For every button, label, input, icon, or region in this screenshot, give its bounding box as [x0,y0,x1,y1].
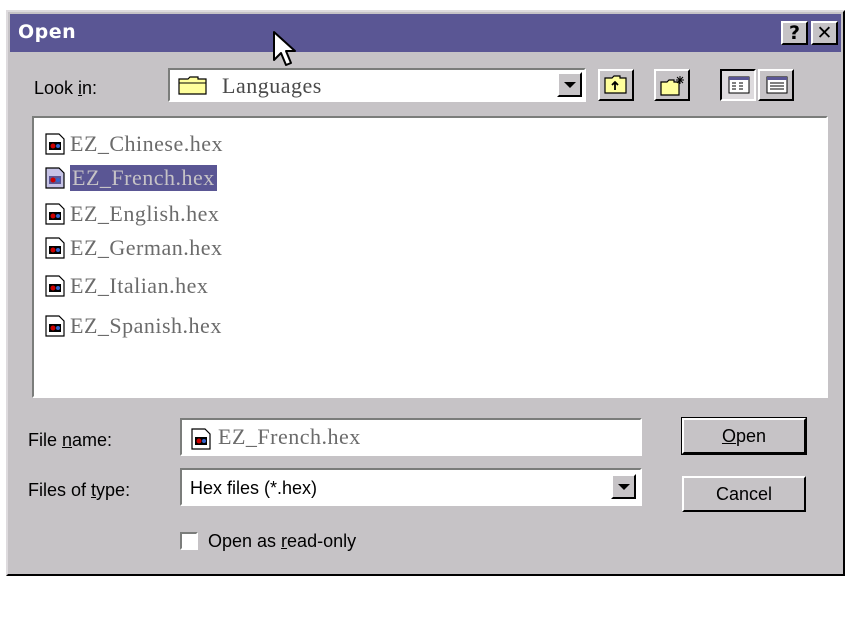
look-in-value: Languages [222,73,322,98]
file-list-item[interactable]: EZ_Spanish.hex [44,312,222,340]
file-name-text: EZ_Chinese.hex [70,131,224,156]
close-button[interactable]: ✕ [811,21,838,45]
new-folder-icon [660,75,686,102]
look-in-label: Look in: [34,78,98,98]
file-list-item[interactable]: EZ_Italian.hex [44,272,208,300]
list-view-icon [728,76,750,99]
file-list-item[interactable]: EZ_English.hex [44,200,219,228]
dialog-title: Open [18,21,77,43]
file-type-select[interactable]: Hex files (*.hex) [180,468,642,506]
file-type-value: Hex files (*.hex) [190,478,318,498]
help-button[interactable]: ? [781,21,808,45]
file-name-text: EZ_Italian.hex [70,273,209,298]
look-in-dropdown-arrow[interactable] [557,72,582,97]
file-name-text: EZ_German.hex [70,235,223,260]
file-list-item[interactable]: EZ_Chinese.hex [44,130,223,158]
file-type-dropdown-arrow[interactable] [611,474,636,499]
cancel-button[interactable]: Cancel [682,476,806,512]
up-folder-icon [604,75,628,100]
file-list-item[interactable]: EZ_German.hex [44,234,223,262]
details-view-button[interactable] [758,69,794,101]
read-only-label[interactable]: Open as read-only [208,531,356,552]
list-view-button[interactable] [720,69,756,101]
hex-file-icon [44,275,66,297]
hex-file-icon [44,203,66,225]
file-name-label: File name: [28,430,113,450]
read-only-checkbox[interactable] [180,532,198,550]
hex-file-icon [44,237,66,259]
file-type-label: Files of type: [28,480,131,500]
file-name-input[interactable]: EZ_French.hex [180,418,642,456]
look-in-combo[interactable]: Languages [168,68,586,102]
open-button[interactable]: Open [681,417,807,455]
hex-file-icon [44,133,66,155]
file-name-text: EZ_French.hex [70,165,217,191]
up-one-level-button[interactable] [598,69,634,101]
hex-file-icon [190,428,212,455]
create-new-folder-button[interactable] [654,69,690,101]
mouse-cursor-icon [272,30,298,73]
file-name-text: EZ_Spanish.hex [70,313,222,338]
file-list[interactable]: EZ_Chinese.hex EZ_French.hex EZ_English.he… [32,116,828,398]
file-list-item[interactable]: EZ_French.hex [44,164,217,192]
hex-file-icon [44,315,66,337]
file-name-text: EZ_English.hex [70,201,220,226]
details-view-icon [766,76,788,99]
title-bar[interactable]: Open ? ✕ [10,14,841,52]
open-dialog: Open ? ✕ Look in: Languages EZ_Chinese.h… [6,10,845,576]
folder-icon [178,75,208,100]
file-name-value: EZ_French.hex [218,424,361,449]
hex-file-icon [44,167,66,189]
